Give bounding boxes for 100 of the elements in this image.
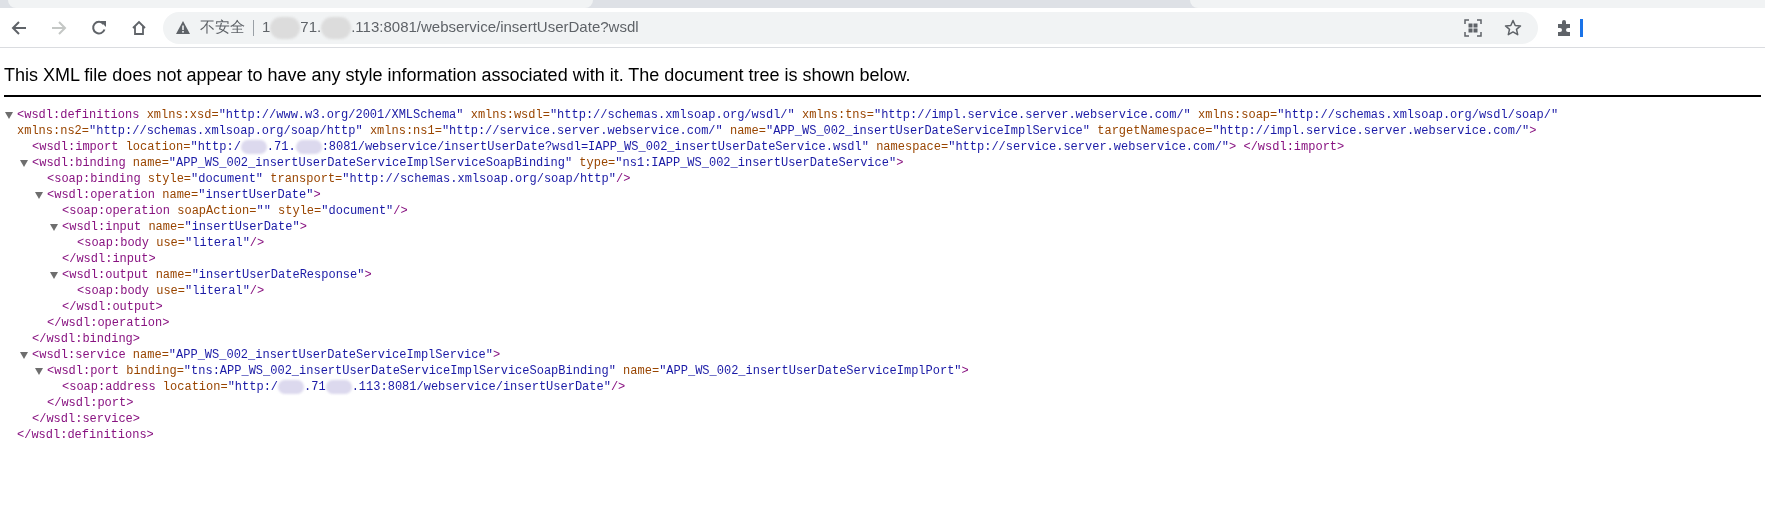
- attribute-value: "http://schemas.xmlsoap.org/wsdl/": [549, 108, 795, 122]
- disclosure-triangle-icon[interactable]: [20, 351, 28, 359]
- xml-tag: >: [896, 156, 904, 170]
- xml-tag: >: [961, 364, 969, 378]
- xml-tag: >: [364, 268, 372, 282]
- xml-tag: <wsdl:definitions: [17, 108, 140, 122]
- blurred-patch: [270, 16, 301, 39]
- disclosure-triangle-icon[interactable]: [20, 159, 28, 167]
- attribute-value: "http:/: [227, 380, 279, 394]
- attribute-value: "http://schemas.xmlsoap.org/wsdl/soap/": [1277, 108, 1559, 122]
- xml-tag: <soap:address: [62, 380, 156, 394]
- xml-tag: <wsdl:service: [32, 348, 126, 362]
- xml-tag: />: [249, 236, 265, 250]
- address-bar[interactable]: 不安全 1 71. .113:8081/webservice/insertUserDate?wsdl: [163, 11, 1538, 44]
- attribute-value: "document": [191, 172, 264, 186]
- attribute-name: name=: [162, 188, 199, 202]
- attribute-value: "literal": [185, 284, 250, 298]
- url-text: 71.: [300, 17, 322, 38]
- attribute-name: name=: [155, 268, 192, 282]
- back-arrow-icon[interactable]: [11, 19, 27, 36]
- blurred-patch: [325, 379, 352, 394]
- xml-tag: <soap:body: [77, 284, 149, 298]
- disclosure-triangle-icon[interactable]: [50, 223, 58, 231]
- xml-tag: <soap:binding: [47, 172, 141, 186]
- security-label: 不安全: [200, 17, 245, 39]
- attribute-name: name=: [132, 348, 169, 362]
- xml-tag: <soap:body: [77, 236, 149, 250]
- attribute-value: "insertUserDate": [184, 220, 300, 234]
- warning-icon: [176, 21, 190, 34]
- blurred-patch: [321, 16, 352, 39]
- xml-notice: This XML file does not appear to have any style information associated with it. The document tree is shown below.: [4, 62, 1761, 97]
- disclosure-triangle-icon[interactable]: [35, 367, 43, 375]
- xml-tag: >: [1229, 140, 1237, 154]
- xml-tag: <wsdl:port: [47, 364, 119, 378]
- star-icon[interactable]: [1504, 18, 1522, 37]
- attribute-name: namespace=: [876, 140, 949, 154]
- attribute-name: xmlns:soap=: [1198, 108, 1278, 122]
- attribute-value: "tns:APP_WS_002_insertUserDateServiceImplServiceSoapBinding": [183, 364, 616, 378]
- attribute-name: location=: [125, 140, 191, 154]
- attribute-value: "APP_WS_002_insertUserDateServiceImplService": [765, 124, 1091, 138]
- xml-tag: />: [249, 284, 265, 298]
- xml-tag: <wsdl:output: [62, 268, 149, 282]
- attribute-value: "ns1:IAPP_WS_002_insertUserDateService": [615, 156, 897, 170]
- attribute-value: "http:/: [190, 140, 241, 154]
- xml-tag: </wsdl:operation>: [47, 315, 170, 331]
- xml-tag: </wsdl:output>: [62, 299, 163, 315]
- blurred-patch: [278, 379, 305, 394]
- attribute-value: :8081/webservice/insertUserDate?wsdl=IAPP_WS_002_insertUserDateService.wsdl": [321, 140, 869, 154]
- attribute-value: "http://service.server.webservice.com/": [948, 140, 1230, 154]
- url-text: 1: [262, 17, 271, 38]
- attribute-name: style=: [147, 172, 192, 186]
- attribute-name: location=: [162, 380, 228, 394]
- attribute-name: name=: [148, 220, 185, 234]
- attribute-value: "http://schemas.xmlsoap.org/soap/http": [342, 172, 616, 186]
- attribute-name: name=: [729, 124, 766, 138]
- attribute-value: "http://service.server.webservice.com/": [441, 124, 723, 138]
- attribute-name: xmlns:ns2=: [17, 124, 89, 138]
- xml-tag: >: [313, 188, 321, 202]
- attribute-value: "http://schemas.xmlsoap.org/soap/http": [89, 124, 363, 138]
- xml-tag: >: [1529, 124, 1537, 138]
- attribute-name: targetNamespace=: [1097, 124, 1213, 138]
- reload-icon[interactable]: [91, 19, 107, 36]
- disclosure-triangle-icon[interactable]: [50, 271, 58, 279]
- xml-tag: </wsdl:binding>: [32, 331, 141, 347]
- xml-tag: />: [610, 380, 626, 394]
- attribute-value: .71.: [266, 140, 296, 154]
- attribute-value: .113:8081/webservice/insertUserDate": [351, 380, 611, 394]
- attribute-name: use=: [156, 284, 186, 298]
- attribute-name: soapAction=: [177, 204, 257, 218]
- xml-tag: >: [299, 220, 307, 234]
- attribute-name: xmlns:xsd=: [146, 108, 219, 122]
- url-text: .113:8081/webservice/insertUserDate?wsdl: [351, 17, 639, 38]
- qr-code-icon[interactable]: [1464, 18, 1482, 37]
- attribute-value: "literal": [185, 236, 250, 250]
- attribute-value: "document": [321, 204, 394, 218]
- attribute-value: "APP_WS_002_insertUserDateServiceImplServiceSoapBinding": [168, 156, 573, 170]
- attribute-value: "insertUserDateResponse": [191, 268, 365, 282]
- attribute-value: "APP_WS_002_insertUserDateServiceImplPort": [659, 364, 962, 378]
- attribute-name: xmlns:wsdl=: [470, 108, 550, 122]
- attribute-name: name=: [132, 156, 169, 170]
- attribute-name: xmlns:tns=: [801, 108, 874, 122]
- xml-tag: </wsdl:definitions>: [17, 427, 154, 443]
- disclosure-triangle-icon[interactable]: [35, 191, 43, 199]
- home-icon[interactable]: [131, 19, 147, 36]
- blurred-patch: [295, 139, 322, 154]
- attribute-value: "http://impl.service.server.webservice.com/": [1212, 124, 1530, 138]
- xml-tag: </wsdl:input>: [62, 251, 156, 267]
- disclosure-triangle-icon[interactable]: [5, 111, 13, 119]
- attribute-value: .71: [304, 380, 326, 394]
- xml-tag: <wsdl:import: [32, 140, 119, 154]
- attribute-name: transport=: [270, 172, 343, 186]
- xml-tag: />: [393, 204, 408, 218]
- attribute-name: style=: [278, 204, 322, 218]
- xml-tag: <soap:operation: [62, 204, 171, 218]
- xml-tag: <wsdl:input: [62, 220, 142, 234]
- xml-tag: />: [615, 172, 631, 186]
- attribute-value: "insertUserDate": [198, 188, 314, 202]
- xml-tag: </wsdl:service>: [32, 411, 141, 427]
- xml-tag: <wsdl:binding: [32, 156, 126, 170]
- xml-tag: </wsdl:port>: [47, 395, 134, 411]
